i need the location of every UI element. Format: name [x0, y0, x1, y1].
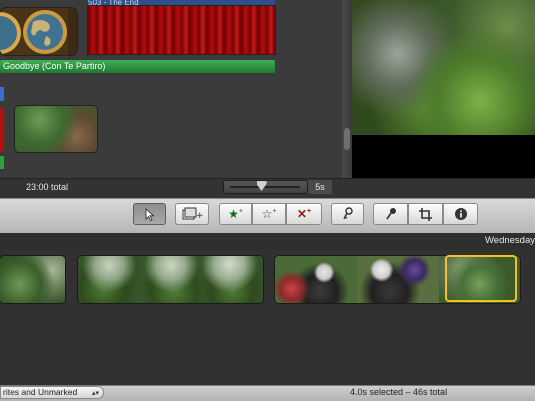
add-clip-icon: +: [182, 207, 203, 221]
event-date-label: Wednesday: [485, 235, 535, 246]
filmstrip-frame: [275, 256, 357, 303]
star-outline-icon: ☆+: [261, 207, 277, 221]
jungle-clip-thumbnail[interactable]: [15, 106, 97, 152]
event-filter-select[interactable]: rites and Unmarked ▴▾: [0, 386, 104, 399]
keyword-button[interactable]: [331, 203, 364, 225]
globe-clip-thumbnail[interactable]: [0, 8, 77, 55]
event-filter-label: rites and Unmarked: [3, 387, 78, 397]
voiceover-button[interactable]: [373, 203, 408, 225]
viewer-preview-image: [352, 0, 535, 135]
mark-favorite-button[interactable]: ★+: [219, 203, 252, 225]
curtain-clip-thumbnail[interactable]: [88, 6, 275, 54]
viewer: [352, 0, 535, 178]
panel-divider[interactable]: [342, 0, 352, 178]
event-clip-filmstrip[interactable]: [0, 256, 65, 303]
event-header: [0, 233, 535, 250]
zoom-value: 5s: [308, 180, 332, 194]
unmark-button[interactable]: ☆+: [252, 203, 286, 225]
clip-edge-marker-green: [0, 156, 4, 169]
selection-status: 4.0s selected – 46s total: [350, 387, 448, 397]
clip-edge-marker-blue: [0, 87, 4, 101]
inspector-button[interactable]: [443, 203, 478, 225]
project-scrollbar-thumb[interactable]: [344, 128, 350, 150]
selected-range-frame[interactable]: [445, 255, 517, 302]
star-filled-icon: ★+: [228, 207, 243, 221]
filmstrip-frame: [78, 256, 140, 303]
svg-text:+: +: [196, 211, 203, 221]
reject-icon: ✕+: [296, 207, 312, 221]
event-clip-filmstrip[interactable]: [78, 256, 263, 303]
filmstrip-frame: [202, 256, 263, 303]
arrow-icon: [145, 207, 155, 221]
filmstrip-frame: [0, 256, 65, 303]
select-arrows-icon: ▴▾: [91, 390, 99, 397]
project-total-duration: 23:00 total: [26, 182, 69, 192]
zoom-slider-track: [230, 186, 300, 188]
add-to-project-button[interactable]: +: [175, 203, 209, 225]
clip-edge-marker-red: [0, 108, 4, 152]
filmstrip-frame: [140, 256, 202, 303]
microphone-icon: [385, 208, 396, 220]
reject-button[interactable]: ✕+: [286, 203, 322, 225]
key-icon: [342, 207, 353, 220]
info-icon: [454, 208, 467, 220]
arrow-select-button[interactable]: [133, 203, 166, 225]
crop-icon: [419, 207, 432, 221]
filmstrip-frame: [357, 256, 439, 303]
crop-button[interactable]: [408, 203, 443, 225]
music-track-bar[interactable]: Goodbye (Con Te Partiro): [0, 60, 275, 73]
